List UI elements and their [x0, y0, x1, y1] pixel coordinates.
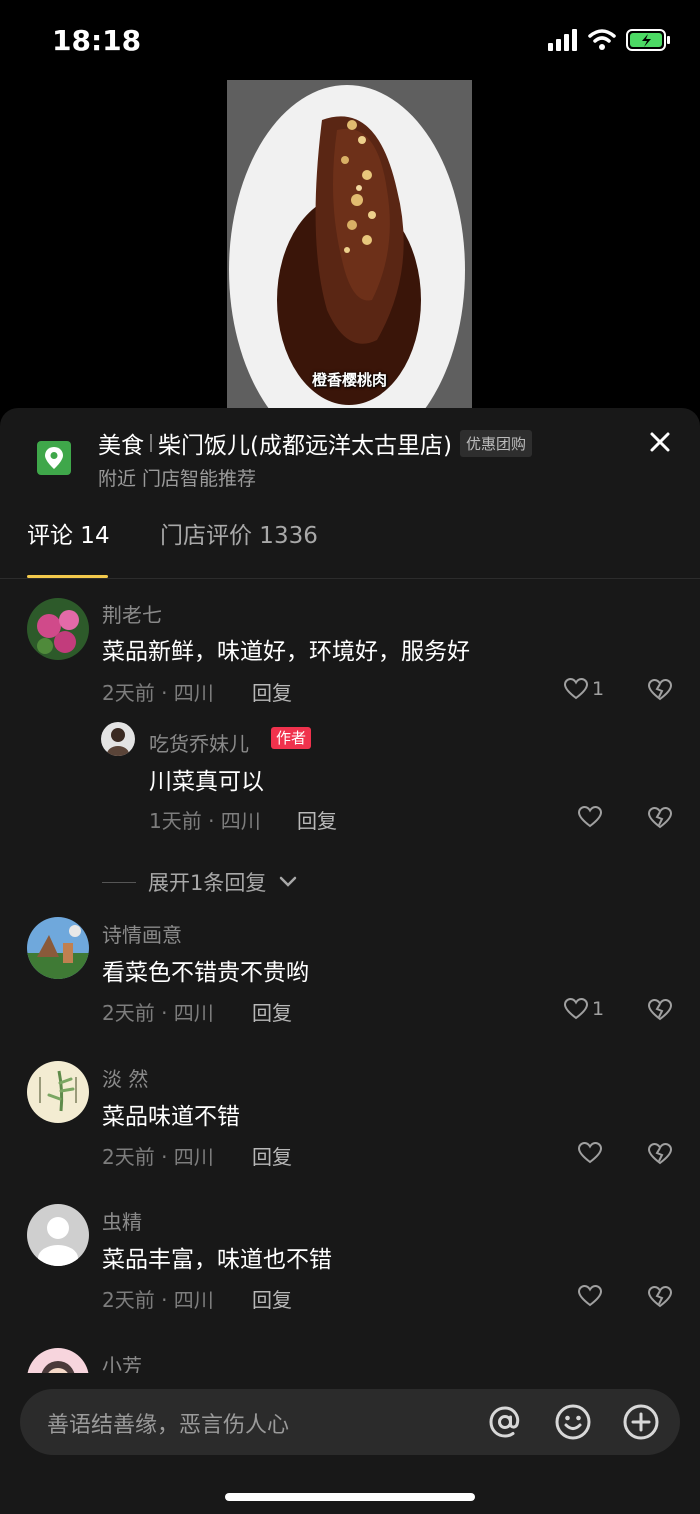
- avatar[interactable]: [27, 1061, 89, 1123]
- broken-heart-icon[interactable]: [647, 1285, 673, 1309]
- close-icon[interactable]: [646, 428, 674, 456]
- like-count: 1: [592, 678, 605, 700]
- plus-icon[interactable]: [622, 1403, 660, 1441]
- expand-replies[interactable]: 展开1条回复: [102, 867, 298, 897]
- home-indicator[interactable]: [225, 1493, 475, 1501]
- comment-text: 菜品味道不错: [102, 1104, 240, 1130]
- store-name[interactable]: 柴门饭儿(成都远洋太古里店): [158, 426, 452, 460]
- comment-meta: 2天前 · 四川: [102, 1145, 214, 1169]
- comment-meta: 2天前 · 四川: [102, 681, 214, 705]
- video-thumbnail[interactable]: 橙香樱桃肉: [227, 80, 472, 410]
- store-subtitle: 附近 门店智能推荐: [98, 468, 257, 490]
- broken-heart-icon[interactable]: [647, 806, 673, 830]
- status-time: 18:18: [52, 24, 142, 57]
- comment-sheet: 美食 柴门饭儿(成都远洋太古里店) 优惠团购 附近 门店智能推荐 评论 14 门…: [0, 408, 700, 1514]
- comment-text: 看菜色不错贵不贵哟: [102, 960, 309, 986]
- like-button[interactable]: [577, 805, 603, 829]
- promo-badge[interactable]: 优惠团购: [459, 429, 532, 457]
- location-pin-icon: [37, 441, 71, 475]
- like-button[interactable]: 1: [563, 997, 604, 1021]
- chevron-down-icon: [280, 876, 297, 887]
- heart-icon: [577, 1284, 603, 1307]
- reply-button[interactable]: 回复: [252, 1141, 292, 1170]
- comment-input[interactable]: 善语结善缘，恶言伤人心: [20, 1389, 680, 1455]
- status-bar: 18:18: [0, 0, 700, 80]
- tab-store-reviews[interactable]: 门店评价 1336: [160, 516, 318, 550]
- comment-username[interactable]: 虫精: [102, 1206, 142, 1235]
- author-badge: 作者: [271, 727, 312, 749]
- avatar[interactable]: [27, 1348, 89, 1373]
- comment-meta: 2天前 · 四川: [102, 1001, 214, 1025]
- reply-avatar[interactable]: [101, 722, 135, 756]
- heart-icon: [563, 677, 589, 700]
- heart-icon: [563, 997, 589, 1020]
- expand-label: 展开1条回复: [148, 871, 267, 895]
- reply-username[interactable]: 吃货乔妹儿: [149, 728, 249, 757]
- battery-charging-icon: [626, 29, 670, 51]
- like-button[interactable]: 1: [563, 677, 604, 701]
- broken-heart-icon[interactable]: [647, 678, 673, 702]
- broken-heart-icon[interactable]: [647, 998, 673, 1022]
- comment-list[interactable]: 荆老七 菜品新鲜，味道好，环境好，服务好 2天前 · 四川 回复 1 吃货乔妹儿…: [0, 579, 700, 1373]
- like-button[interactable]: [577, 1141, 603, 1165]
- reply-button[interactable]: 回复: [252, 677, 292, 706]
- tab-comments[interactable]: 评论 14: [27, 516, 110, 550]
- avatar[interactable]: [27, 917, 89, 979]
- avatar[interactable]: [27, 598, 89, 660]
- expand-line: [102, 881, 136, 883]
- title-divider: [150, 434, 152, 452]
- comment-username[interactable]: 淡 然: [102, 1063, 148, 1092]
- comment-username[interactable]: 诗情画意: [102, 919, 182, 948]
- video-area[interactable]: 橙香樱桃肉: [0, 80, 700, 410]
- dish-image: [227, 80, 472, 410]
- like-button[interactable]: [577, 1284, 603, 1308]
- emoji-icon[interactable]: [554, 1403, 592, 1441]
- signal-icon: [548, 29, 577, 51]
- reply-button[interactable]: 回复: [252, 1284, 292, 1313]
- wifi-icon: [588, 29, 616, 50]
- like-count: 1: [592, 998, 605, 1020]
- avatar[interactable]: [27, 1204, 89, 1266]
- reply-text: 川菜真可以: [149, 769, 264, 795]
- store-title[interactable]: 美食 柴门饭儿(成都远洋太古里店) 优惠团购: [98, 426, 532, 460]
- comment-text: 菜品丰富，味道也不错: [102, 1247, 332, 1273]
- comment-input-placeholder[interactable]: 善语结善缘，恶言伤人心: [47, 1407, 289, 1439]
- comment-text: 菜品新鲜，味道好，环境好，服务好: [102, 639, 470, 665]
- comment-username[interactable]: 小芳: [102, 1350, 142, 1373]
- comment-meta: 2天前 · 四川: [102, 1288, 214, 1312]
- reply-button[interactable]: 回复: [297, 805, 337, 834]
- comment-username[interactable]: 荆老七: [102, 599, 162, 628]
- store-category: 美食: [98, 433, 144, 459]
- heart-icon: [577, 1141, 603, 1164]
- heart-icon: [577, 805, 603, 828]
- at-mention-icon[interactable]: [486, 1403, 524, 1441]
- reply-button[interactable]: 回复: [252, 997, 292, 1026]
- broken-heart-icon[interactable]: [647, 1142, 673, 1166]
- video-caption: 橙香樱桃肉: [311, 371, 387, 389]
- reply-meta: 1天前 · 四川: [149, 809, 261, 833]
- status-icons: [548, 28, 672, 52]
